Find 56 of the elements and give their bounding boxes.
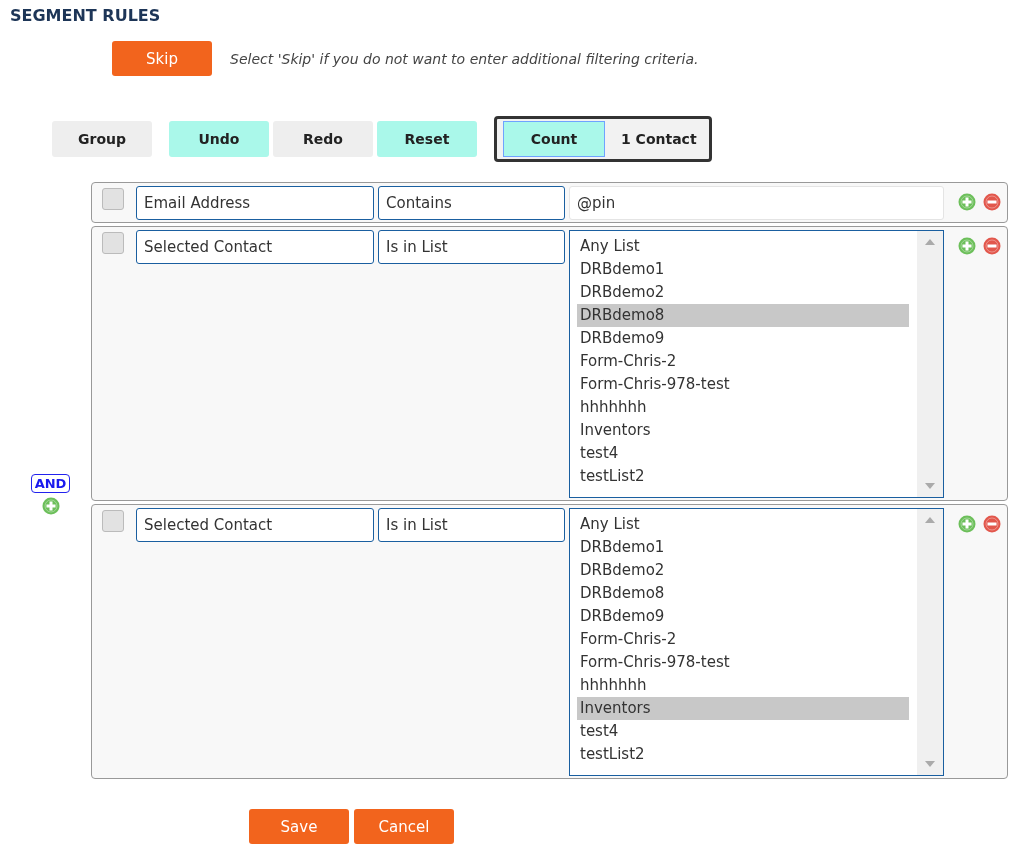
list-option[interactable]: Form-Chris-978-test	[577, 651, 909, 674]
operator-label[interactable]: AND	[30, 474, 71, 493]
add-icon[interactable]	[958, 237, 976, 255]
page-title: SEGMENT RULES	[10, 5, 162, 27]
count-result: 1 Contact	[620, 131, 698, 147]
scroll-down-icon[interactable]	[925, 761, 935, 767]
scroll-up-icon[interactable]	[925, 239, 935, 245]
toolbar-button[interactable]: Reset	[377, 121, 477, 157]
count-button[interactable]: Count	[503, 121, 605, 157]
list-option[interactable]: test4	[577, 720, 909, 743]
list-option[interactable]: DRBdemo8	[577, 582, 909, 605]
list-select[interactable]: Any List DRBdemo1 DRBdemo2 DRBdemo8 DRBdemo9 Form-Chris-2 Form-Chris-978-test hhhhhhh Inventors test4 testList2	[569, 230, 944, 498]
list-option[interactable]: Form-Chris-2	[577, 350, 909, 373]
list-option[interactable]: DRBdemo1	[577, 258, 909, 281]
list-option[interactable]: test4	[577, 442, 909, 465]
add-icon[interactable]	[958, 515, 976, 533]
list-option[interactable]: hhhhhhh	[577, 674, 909, 697]
list-option[interactable]: DRBdemo2	[577, 559, 909, 582]
list-option[interactable]: DRBdemo9	[577, 605, 909, 628]
list-option[interactable]: DRBdemo9	[577, 327, 909, 350]
skip-hint: Select 'Skip' if you do not want to enter additional filtering criteria.	[230, 50, 699, 67]
scroll-down-icon[interactable]	[925, 483, 935, 489]
list-option[interactable]: DRBdemo2	[577, 281, 909, 304]
checkbox[interactable]	[102, 510, 124, 532]
scrollbar[interactable]	[917, 231, 943, 497]
remove-icon[interactable]	[983, 237, 1001, 255]
list-option[interactable]: DRBdemo1	[577, 536, 909, 559]
toolbar-button[interactable]: Undo	[169, 121, 269, 157]
list-option[interactable]: Form-Chris-2	[577, 628, 909, 651]
scrollbar[interactable]	[917, 509, 943, 775]
add-icon[interactable]	[41, 497, 60, 515]
list-option[interactable]: testList2	[577, 743, 909, 766]
operator-select[interactable]: Is in List	[378, 230, 565, 264]
list-option[interactable]: Inventors	[577, 419, 909, 442]
toolbar-button[interactable]: Group	[52, 121, 152, 157]
remove-icon[interactable]	[983, 193, 1001, 211]
list-option[interactable]: DRBdemo8	[577, 304, 909, 327]
field-select[interactable]: Email Address	[136, 186, 374, 220]
list-option[interactable]: testList2	[577, 465, 909, 488]
list-option[interactable]: Any List	[577, 513, 909, 536]
toolbar-button[interactable]: Redo	[273, 121, 373, 157]
checkbox[interactable]	[102, 232, 124, 254]
remove-icon[interactable]	[983, 515, 1001, 533]
scroll-up-icon[interactable]	[925, 517, 935, 523]
list-option[interactable]: Form-Chris-978-test	[577, 373, 909, 396]
list-option[interactable]: Any List	[577, 235, 909, 258]
list-select[interactable]: Any List DRBdemo1 DRBdemo2 DRBdemo8 DRBdemo9 Form-Chris-2 Form-Chris-978-test hhhhhhh Inventors test4 testList2	[569, 508, 944, 776]
value-field[interactable]: @pin	[569, 186, 944, 220]
field-select[interactable]: Selected Contact	[136, 508, 374, 542]
add-icon[interactable]	[958, 193, 976, 211]
list-option[interactable]: Inventors	[577, 697, 909, 720]
operator-select[interactable]: Is in List	[378, 508, 565, 542]
checkbox[interactable]	[102, 188, 124, 210]
operator-select[interactable]: Contains	[378, 186, 565, 220]
list-option[interactable]: hhhhhhh	[577, 396, 909, 419]
field-select[interactable]: Selected Contact	[136, 230, 374, 264]
